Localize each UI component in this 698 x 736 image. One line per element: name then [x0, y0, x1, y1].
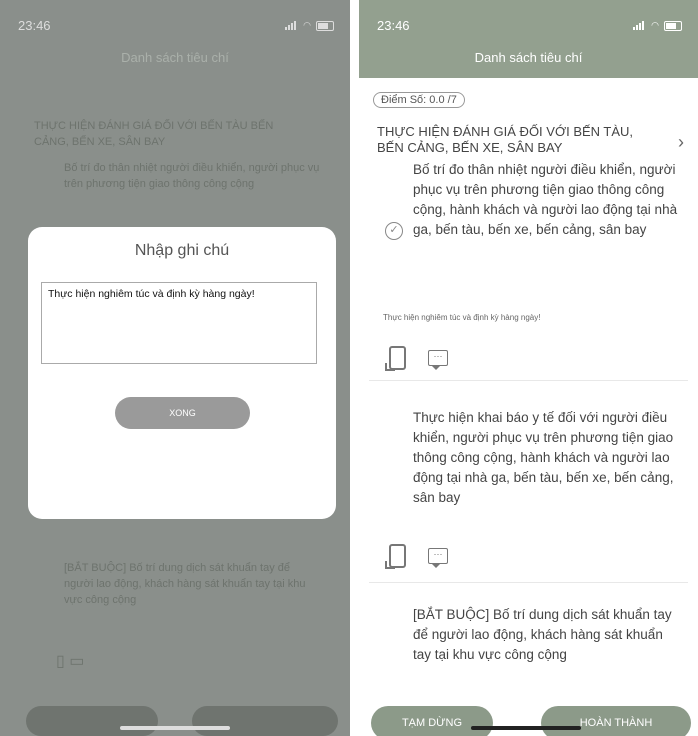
evaluate-icon[interactable]	[385, 544, 406, 569]
background-section: THỰC HIỆN ĐÁNH GIÁ ĐỐI VỚI BẾN TÀU BẾN C…	[34, 120, 274, 148]
status-bar: 23:46 ◠	[0, 0, 350, 40]
background-pause-button	[26, 706, 158, 736]
status-bar: 23:46 ◠	[359, 0, 698, 40]
section-title[interactable]: THỰC HIỆN ĐÁNH GIÁ ĐỐI VỚI BẾN TÀU, BẾN …	[377, 124, 657, 156]
criterion-text: Bố trí đo thân nhiệt người điều khiển, n…	[413, 162, 678, 237]
status-icons: ◠	[633, 20, 682, 31]
finish-button[interactable]: HOÀN THÀNH	[541, 706, 691, 736]
background-criterion: Bố trí đo thân nhiệt người điều khiển, n…	[64, 162, 320, 190]
criterion-actions: ⋯	[385, 346, 448, 371]
criterion-actions: ⋯	[385, 544, 448, 569]
comment-icon[interactable]: ⋯	[428, 350, 448, 370]
pause-button[interactable]: TẠM DỪNG	[371, 706, 493, 736]
status-icons: ◠	[285, 20, 334, 31]
criterion-text: [BẮT BUỘC] Bố trí dung dịch sát khuẩn ta…	[413, 607, 672, 662]
home-indicator	[120, 726, 230, 730]
background-finish-button	[192, 706, 338, 736]
background-icons: ▯ ▭	[56, 653, 85, 670]
note-modal: Nhập ghi chú Thực hiện nghiêm túc và địn…	[28, 227, 336, 519]
wifi-icon: ◠	[651, 20, 659, 30]
checkmark-icon[interactable]: ✓	[385, 222, 403, 240]
background-title: Danh sách tiêu chí	[121, 50, 229, 65]
home-indicator	[471, 726, 581, 730]
note-textarea[interactable]: Thực hiện nghiêm túc và định kỳ hàng ngà…	[41, 282, 317, 364]
divider-line	[369, 582, 688, 583]
score-badge: Điểm Số: 0.0 /7	[373, 92, 465, 108]
status-time: 23:46	[18, 18, 51, 33]
divider	[350, 0, 359, 736]
criterion-note: Thực hiện nghiêm túc và định kỳ hàng ngà…	[383, 313, 541, 322]
signal-icon	[633, 21, 646, 30]
left-screen: 23:46 ◠ Danh sách tiêu chí THỰC HIỆN ĐÁN…	[0, 0, 350, 736]
status-time: 23:46	[377, 18, 410, 33]
done-button[interactable]: XONG	[115, 397, 250, 429]
comment-icon[interactable]: ⋯	[428, 548, 448, 568]
signal-icon	[285, 21, 298, 30]
criterion-text: Thực hiện khai báo y tế đối với người đi…	[413, 410, 674, 505]
app-header: 23:46 ◠ Danh sách tiêu chí	[359, 0, 698, 78]
divider-line	[369, 380, 688, 381]
page-title: Danh sách tiêu chí	[474, 50, 583, 65]
battery-icon	[316, 20, 334, 31]
chevron-right-icon[interactable]: ›	[678, 132, 684, 153]
background-criterion-2: [BẮT BUỘC] Bố trí dung dịch sát khuẩn ta…	[64, 562, 306, 606]
right-screen: 23:46 ◠ Danh sách tiêu chí Điểm Số: 0.0 …	[359, 0, 698, 736]
battery-icon	[664, 20, 682, 31]
evaluate-icon[interactable]	[385, 346, 406, 371]
wifi-icon: ◠	[303, 20, 311, 30]
modal-title: Nhập ghi chú	[134, 242, 230, 259]
